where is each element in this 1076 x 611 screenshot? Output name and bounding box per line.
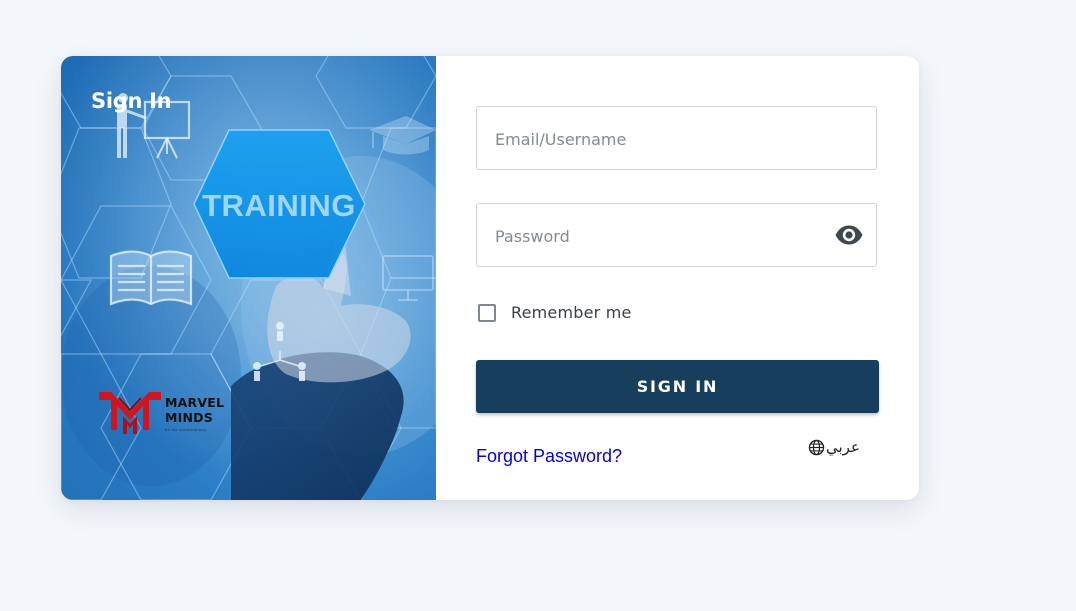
sign-in-button[interactable]: SIGN IN: [476, 360, 879, 413]
brand-logo: MARVEL MINDS be the extraordinary: [97, 390, 227, 438]
remember-me-label[interactable]: Remember me: [511, 303, 632, 322]
login-card: TRAINING Sign In MARVEL MINDS be the ext…: [61, 56, 919, 500]
marvel-minds-logo-icon: [99, 392, 161, 434]
forgot-password-link[interactable]: Forgot Password?: [476, 446, 622, 467]
language-switch[interactable]: عربي: [808, 438, 860, 456]
email-field-container: [476, 106, 877, 171]
brand-name-line2: MINDS: [165, 409, 213, 425]
password-input[interactable]: [493, 204, 827, 268]
page-title: Sign In: [91, 89, 172, 113]
password-field-container: [476, 203, 877, 268]
remember-me-checkbox[interactable]: [478, 303, 496, 322]
training-label: TRAINING: [202, 188, 356, 223]
brand-name-line1: MARVEL: [165, 395, 225, 410]
globe-icon: [808, 439, 825, 455]
brand-name: MARVEL MINDS: [165, 395, 225, 425]
email-username-input[interactable]: [493, 107, 827, 171]
login-form: Remember me SIGN IN Forgot Password? عرب…: [436, 56, 919, 500]
brand-tagline: be the extraordinary: [165, 427, 207, 432]
remember-me-row: Remember me: [478, 303, 632, 322]
hero-image-panel: TRAINING Sign In MARVEL MINDS be the ext…: [61, 56, 436, 500]
language-label: عربي: [826, 438, 860, 456]
book-icon: [109, 250, 193, 306]
eye-icon[interactable]: [834, 223, 864, 247]
